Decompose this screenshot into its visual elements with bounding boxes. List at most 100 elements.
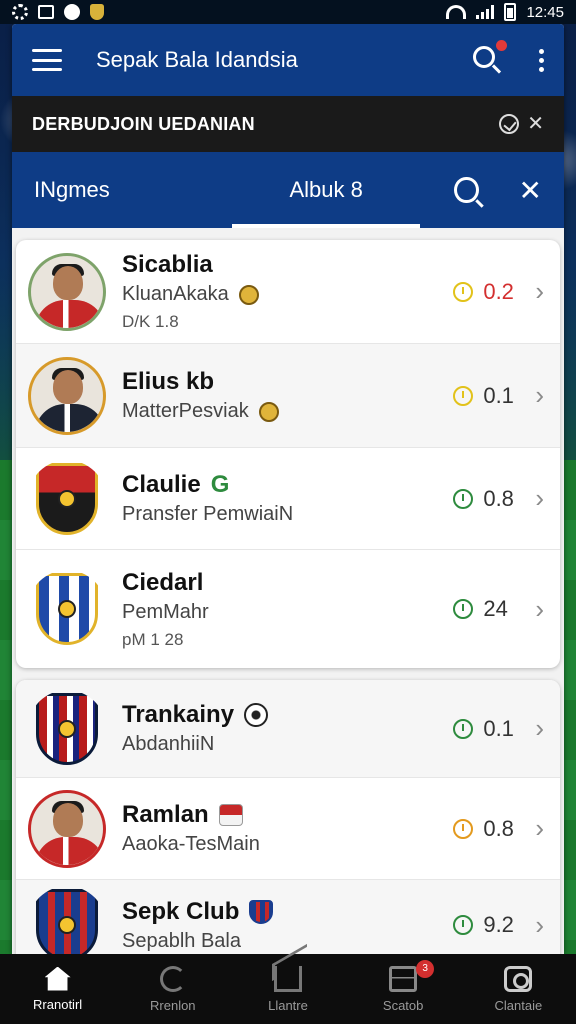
item-name-extra: G bbox=[210, 471, 230, 498]
battery-icon bbox=[504, 3, 517, 21]
item-score: 24 bbox=[483, 596, 508, 621]
football-icon bbox=[244, 703, 269, 727]
item-subtitle: PemMahr bbox=[122, 600, 209, 623]
club-crest bbox=[28, 886, 106, 954]
tab-ingmes[interactable]: INgmes bbox=[34, 177, 242, 203]
signal-icon bbox=[476, 5, 495, 19]
nav-item-house[interactable]: Llantre bbox=[233, 965, 343, 1013]
club-shield-icon bbox=[249, 899, 274, 924]
club-badge-icon bbox=[238, 284, 259, 305]
announcement-banner: DERBUDJOIN UEDANIAN ✕ bbox=[12, 96, 564, 152]
chevron-right-icon: › bbox=[535, 483, 544, 513]
search-icon bbox=[473, 46, 495, 68]
club-badge-icon bbox=[258, 401, 279, 422]
clock-icon bbox=[453, 915, 474, 935]
refresh-icon bbox=[159, 965, 186, 992]
status-time: 12:45 bbox=[526, 3, 564, 21]
status-bar: 12:45 bbox=[0, 0, 576, 24]
list-item[interactable]: Ramlan Aaoka-TesMain 0.8 › bbox=[16, 778, 560, 880]
clock-icon bbox=[453, 818, 474, 839]
nav-badge: 3 bbox=[416, 959, 435, 978]
banner-text: DERBUDJOIN UEDANIAN bbox=[32, 113, 255, 134]
menu-icon[interactable] bbox=[32, 49, 62, 71]
club-crest bbox=[28, 570, 106, 648]
nav-label: Clantaie bbox=[494, 997, 543, 1013]
house-outline-icon bbox=[273, 965, 302, 992]
check-circle-icon[interactable] bbox=[499, 114, 520, 134]
nav-item-inbox[interactable]: 3 Scatob bbox=[348, 959, 458, 1013]
team-flag-icon bbox=[218, 804, 243, 826]
nav-label: Rranotirl bbox=[33, 996, 83, 1012]
settings-status-icon bbox=[12, 4, 28, 20]
banner-close-icon[interactable]: ✕ bbox=[527, 114, 544, 134]
club-crest bbox=[28, 460, 106, 538]
app-title: Sepak Bala Idandsia bbox=[96, 47, 298, 72]
item-score: 0.2 bbox=[483, 278, 514, 304]
tab-bar: INgmes Albuk 8 ✕ bbox=[12, 152, 564, 228]
player-avatar bbox=[28, 789, 106, 868]
nav-item-camera[interactable]: Clantaie bbox=[463, 965, 573, 1013]
item-score: 0.1 bbox=[483, 382, 514, 408]
list-item[interactable]: Claulie G Pransfer PemwiaiN 0.8 › bbox=[16, 448, 560, 550]
app-window: Sepak Bala Idandsia DERBUDJOIN UEDANIAN … bbox=[12, 24, 564, 954]
list-item[interactable]: Trankainy AbdanhiiN 0.1 › bbox=[16, 680, 560, 778]
camera-icon bbox=[504, 965, 533, 992]
search-button[interactable] bbox=[471, 40, 507, 76]
item-meta: D/K 1.8 bbox=[122, 312, 179, 331]
chevron-right-icon: › bbox=[535, 909, 544, 940]
item-score: 0.8 bbox=[483, 485, 514, 511]
item-name: Ramlan bbox=[122, 801, 209, 828]
item-name: Ciedarl bbox=[122, 568, 204, 596]
tab-close-icon[interactable]: ✕ bbox=[519, 174, 542, 207]
chevron-right-icon: › bbox=[535, 813, 544, 843]
nav-item-home[interactable]: Rranotirl bbox=[3, 966, 113, 1012]
clock-icon bbox=[453, 599, 474, 619]
chevron-right-icon: › bbox=[535, 593, 544, 624]
item-subtitle: AbdanhiiN bbox=[122, 733, 215, 755]
chevron-right-icon: › bbox=[535, 713, 544, 743]
item-name: Claulie bbox=[122, 471, 201, 498]
list-group: Trankainy AbdanhiiN 0.1 › Ramlan Aaoka-T… bbox=[16, 680, 560, 954]
item-subtitle: KluanAkaka bbox=[122, 283, 229, 305]
list-group: Sicablia KluanAkaka D/K 1.8 0.2 › Elius … bbox=[16, 240, 560, 668]
match-list: Sicablia KluanAkaka D/K 1.8 0.2 › Elius … bbox=[12, 228, 564, 954]
chat-status-icon bbox=[64, 4, 80, 20]
app-bar: Sepak Bala Idandsia bbox=[12, 24, 564, 96]
notification-dot bbox=[496, 40, 507, 51]
item-name: Sicablia bbox=[122, 251, 213, 278]
list-item[interactable]: Sepk Club Sepablh Bala 9.2 › bbox=[16, 880, 560, 954]
home-icon bbox=[44, 966, 71, 991]
item-subtitle: Pransfer PemwiaiN bbox=[122, 503, 294, 525]
wifi-icon bbox=[446, 5, 467, 19]
tab-albuk[interactable]: Albuk 8 bbox=[231, 152, 420, 228]
bottom-navigation: Rranotirl Rrenlon Llantre 3 Scatob Clant… bbox=[0, 954, 576, 1024]
item-name: Sepk Club bbox=[122, 897, 240, 925]
clock-icon bbox=[453, 281, 474, 302]
item-subtitle: Aaoka-TesMain bbox=[122, 833, 260, 855]
club-crest bbox=[28, 690, 106, 768]
nav-item-refresh[interactable]: Rrenlon bbox=[118, 965, 228, 1013]
item-name: Trankainy bbox=[122, 701, 235, 728]
item-subtitle: MatterPesviak bbox=[122, 400, 249, 422]
item-score: 0.1 bbox=[483, 715, 514, 741]
player-avatar bbox=[28, 252, 106, 331]
chevron-right-icon: › bbox=[535, 380, 544, 410]
shield-status-icon bbox=[90, 4, 104, 20]
list-item[interactable]: Elius kb MatterPesviak 0.1 › bbox=[16, 344, 560, 448]
player-avatar bbox=[28, 356, 106, 435]
more-options-icon[interactable] bbox=[539, 48, 544, 72]
image-status-icon bbox=[38, 5, 54, 19]
item-name: Elius kb bbox=[122, 368, 215, 395]
inbox-icon bbox=[389, 965, 418, 992]
item-meta: pM 1 28 bbox=[122, 629, 184, 649]
item-subtitle: Sepablh Bala bbox=[122, 929, 241, 952]
list-item[interactable]: Ciedarl PemMahr pM 1 28 24 › bbox=[16, 550, 560, 668]
clock-icon bbox=[453, 718, 474, 739]
clock-icon bbox=[453, 385, 474, 406]
nav-label: Scatob bbox=[382, 997, 424, 1013]
list-item[interactable]: Sicablia KluanAkaka D/K 1.8 0.2 › bbox=[16, 240, 560, 344]
nav-label: Rrenlon bbox=[150, 997, 196, 1013]
nav-label: Llantre bbox=[268, 997, 308, 1013]
tab-search-icon[interactable] bbox=[454, 177, 479, 203]
clock-icon bbox=[453, 488, 474, 509]
